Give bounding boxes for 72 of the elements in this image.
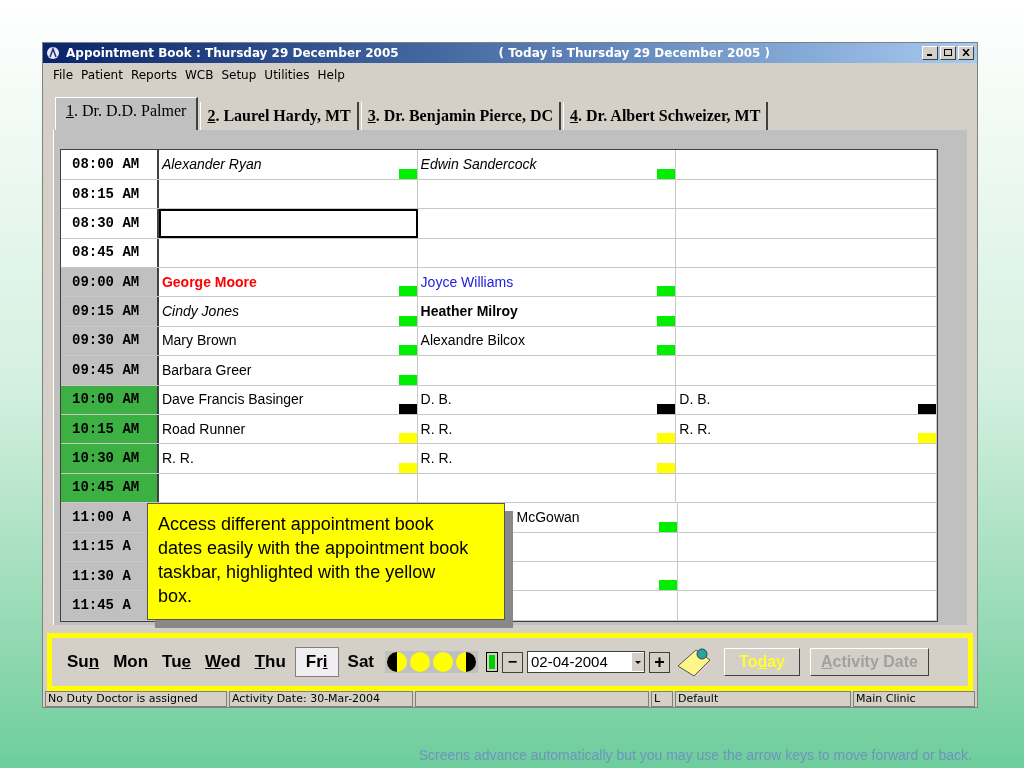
maximize-icon [944,49,952,57]
time-cell: 10:00 AM [61,385,159,414]
time-cell: 10:45 AM [61,473,159,503]
callout-box: Access different appointment book dates easily with the appointment book taskbar, highlighted with the yellow box. [147,503,505,621]
menu-item[interactable]: Patient [81,65,123,84]
appointment-cell[interactable]: Mary Brown [158,326,418,356]
day-button[interactable]: Sun [62,647,105,678]
status-bar-field: Default [675,691,851,707]
moon-phase-icon [386,651,408,674]
status-bar-field: Activity Date: 30-Mar-2004 [229,691,413,707]
day-button[interactable]: Tue [157,647,197,678]
menu-item[interactable]: Reports [130,65,177,84]
appointment-cell[interactable]: Cindy Jones [158,297,418,326]
menu-item[interactable]: Setup [221,65,257,84]
today-note: ( Today is Thursday 29 December 2005 ) [498,44,771,62]
day-button[interactable]: Wed [200,647,246,678]
time-cell: 09:45 AM [61,356,159,385]
appointment-cell[interactable]: R. R. [417,444,677,473]
time-cell: 09:30 AM [61,326,159,356]
status-bar-field: Main Clinic [853,691,975,707]
previous-date-button[interactable]: − [502,651,523,673]
appointment-cell[interactable]: Heather Milroy [417,297,677,326]
doctor-tab[interactable]: 3. Dr. Benjamin Pierce, DC [360,102,561,131]
date-field[interactable]: 02-04-2004 [527,651,645,674]
appointment-cell[interactable]: Alexander Ryan [158,150,418,179]
appointment-cell[interactable]: Joyce Williams [417,268,677,297]
menu-item[interactable]: Help [317,65,345,84]
appointment-cell[interactable]: Alexandre Bilcox [417,326,677,356]
menu-item[interactable]: File [53,65,74,84]
minimize-button[interactable] [922,45,938,60]
window-title: Appointment Book : Thursday 29 December 2005 [66,44,399,62]
time-cell: 09:00 AM [61,268,159,297]
time-cell: 10:30 AM [61,444,159,473]
moon-phase-icon [455,651,477,674]
status-bar-field: L [651,691,673,707]
time-cell: 11:45 A [61,591,147,620]
time-cell: 10:15 AM [61,414,159,444]
app-icon [46,45,60,60]
appointment-cell[interactable]: Barbara Greer [158,356,418,385]
doctor-tab[interactable]: 2. Laurel Hardy, MT [200,102,359,131]
menu-item[interactable]: WCB [184,65,214,84]
moon-phase-icon [409,651,431,674]
time-cell: 09:15 AM [61,297,159,326]
doctor-tab[interactable]: 4. Dr. Albert Schweizer, MT [563,102,769,131]
battery-icon [486,652,498,673]
appointment-cell[interactable]: Road Runner [158,414,418,444]
footer-note: Screens advance automatically but you may use the arrow keys to move forward or back. [418,746,972,765]
time-cell: 11:00 A [61,503,147,532]
appointment-cell[interactable]: D. B. [676,385,937,414]
appointment-cell[interactable]: McGowan [514,503,678,532]
doctor-tab[interactable]: 1. Dr. D.D. Palmer [55,97,199,131]
next-date-button[interactable]: + [649,651,670,673]
time-cell: 11:15 A [61,532,147,561]
moon-phase-icon [432,651,454,674]
day-button[interactable]: Sat [342,647,379,678]
appointment-cell[interactable]: D. B. [417,385,677,414]
day-button[interactable]: Fri [294,647,339,678]
appointment-cell[interactable]: R. R. [417,414,677,444]
day-button[interactable]: Thu [249,647,291,678]
appointment-cell[interactable]: Dave Francis Basinger [158,385,418,414]
maximize-button[interactable] [940,45,956,60]
close-button[interactable] [958,45,974,60]
time-cell: 11:30 A [61,561,147,591]
close-icon [962,49,970,57]
appointment-cell[interactable]: George Moore [158,268,418,297]
appointment-cell[interactable] [158,209,418,238]
status-bar-field: No Duty Doctor is assigned [45,691,227,707]
appointment-cell[interactable]: Edwin Sandercock [417,150,677,179]
day-button[interactable]: Mon [108,647,154,678]
appointment-cell[interactable]: R. R. [676,414,937,444]
menu-item[interactable]: Utilities [264,65,310,84]
appointment-cell[interactable]: R. R. [158,444,418,473]
